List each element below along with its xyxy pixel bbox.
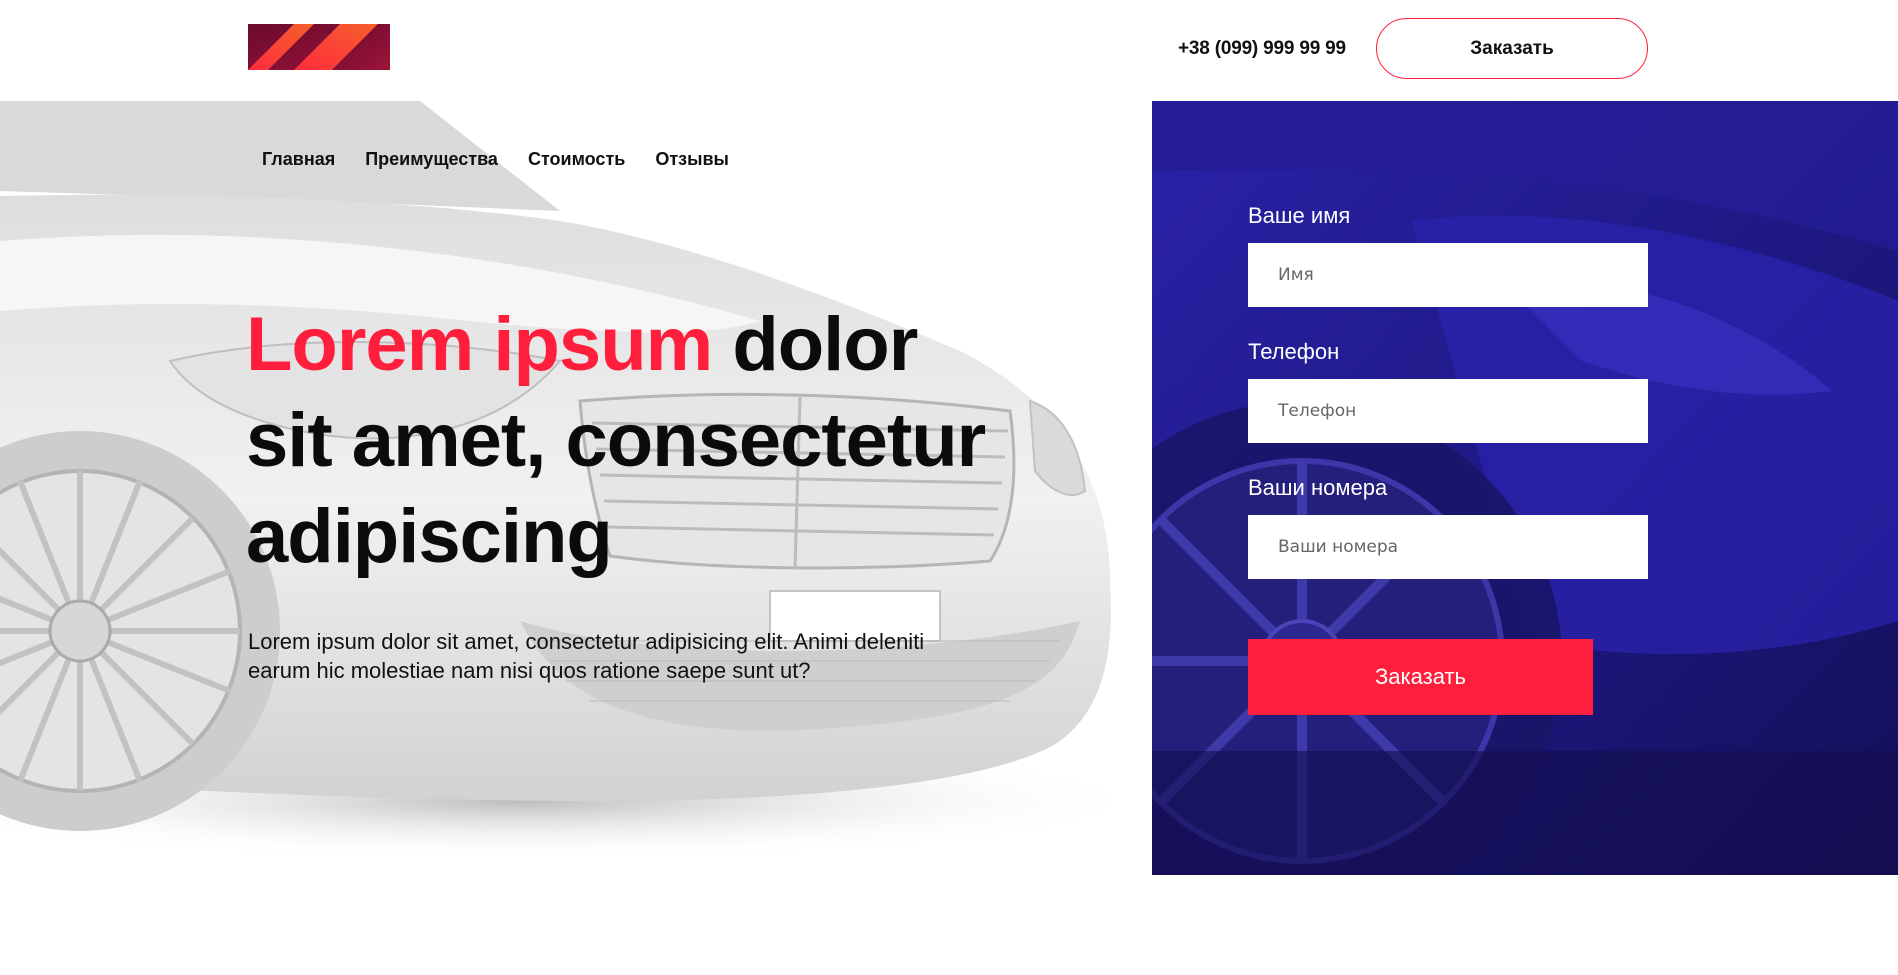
nav-item-advantages[interactable]: Преимущества [365, 149, 498, 170]
brand-logo[interactable] [248, 24, 390, 70]
numbers-input[interactable] [1248, 515, 1648, 579]
order-form-panel: Ваше имя Телефон Ваши номера Заказать [1152, 101, 1898, 875]
hero-headline: Lorem ipsum dolor sit amet, consectetur … [246, 297, 1006, 585]
name-label: Ваше имя [1248, 203, 1351, 228]
phone-number[interactable]: +38 (099) 999 99 99 [1178, 38, 1346, 60]
headline-accent: Lorem ipsum [246, 302, 713, 387]
nav-item-reviews[interactable]: Отзывы [655, 149, 729, 170]
phone-input[interactable] [1248, 379, 1648, 443]
headline-line-2: sit amet, consectetur [246, 398, 986, 483]
main-nav: Главная Преимущества Стоимость Отзывы [262, 149, 729, 170]
site-header: +38 (099) 999 99 99 Заказать [0, 0, 1898, 101]
hero-lead-text: Lorem ipsum dolor sit amet, consectetur … [248, 629, 925, 683]
headline-line-3: adipiscing [246, 494, 613, 579]
nav-item-home[interactable]: Главная [262, 149, 335, 170]
numbers-label: Ваши номера [1248, 475, 1388, 500]
landing-page: +38 (099) 999 99 99 Заказать Главная Пре… [0, 0, 1898, 975]
order-form: Ваше имя Телефон Ваши номера Заказать [1248, 203, 1648, 715]
hero-section: Главная Преимущества Стоимость Отзывы Lo… [0, 101, 1152, 875]
headline-rest: dolor [712, 302, 918, 387]
name-input[interactable] [1248, 243, 1648, 307]
submit-order-button[interactable]: Заказать [1248, 639, 1593, 715]
nav-item-pricing[interactable]: Стоимость [528, 149, 625, 170]
order-button[interactable]: Заказать [1376, 18, 1648, 79]
phone-label: Телефон [1248, 339, 1340, 364]
